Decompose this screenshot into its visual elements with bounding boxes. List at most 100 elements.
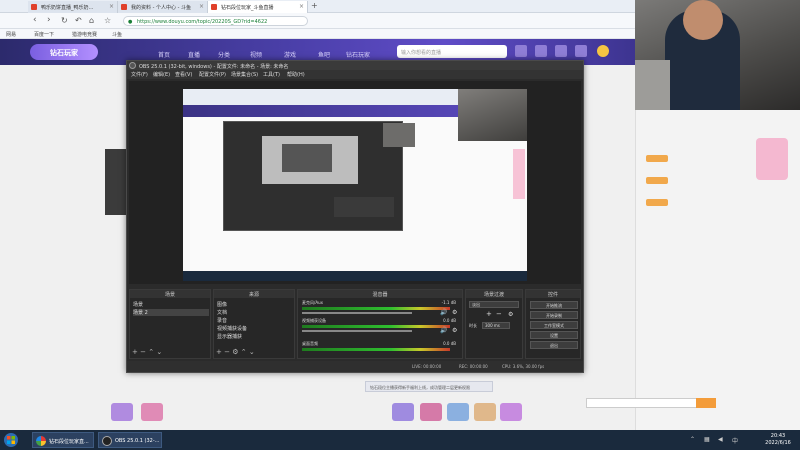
volume-icon[interactable]: ◀: [718, 436, 723, 443]
history-icon[interactable]: [515, 45, 527, 57]
url-input[interactable]: ● https://www.douyu.com/topic/20220S_GD?…: [123, 16, 308, 26]
gift-icon[interactable]: [500, 403, 522, 421]
mixer-channel-db: 0.0 dB: [443, 318, 456, 323]
menu-file[interactable]: 文件(F): [131, 71, 148, 78]
send-button[interactable]: [696, 398, 716, 408]
avatar[interactable]: [597, 45, 609, 57]
tab-2[interactable]: 我的资料 - 个人中心 - 斗鱼 ×: [118, 1, 208, 13]
speaker-icon[interactable]: 🔊: [440, 309, 447, 316]
volume-slider[interactable]: [302, 312, 412, 314]
home-icon[interactable]: ⌂: [89, 16, 94, 25]
close-tab-icon[interactable]: ×: [199, 3, 204, 10]
duration-input[interactable]: 300 ms: [482, 322, 510, 329]
gift-icon[interactable]: [420, 403, 442, 421]
transition-select[interactable]: 淡出: [469, 301, 519, 308]
gift-icon[interactable]: [474, 403, 496, 421]
source-item[interactable]: 文档: [217, 309, 227, 316]
source-item[interactable]: 显示器捕获: [217, 333, 242, 340]
network-icon[interactable]: ▦: [704, 436, 710, 443]
nav-item[interactable]: 首页: [158, 50, 170, 59]
menu-help[interactable]: 帮助(H): [287, 71, 305, 78]
nav-item[interactable]: 游戏: [284, 50, 296, 59]
back-icon[interactable]: ‹: [33, 16, 37, 25]
scene-item[interactable]: 场景: [133, 301, 143, 308]
tray-up-icon[interactable]: ⌃: [690, 436, 695, 443]
tab-3[interactable]: 钻石段位玩家_斗鱼直播 ×: [208, 1, 308, 13]
add-source-icon[interactable]: +: [216, 348, 222, 356]
nav-item[interactable]: 分类: [218, 50, 230, 59]
taskbar-clock[interactable]: 20:43 2022/6/16: [758, 433, 798, 447]
menu-profile[interactable]: 配置文件(P): [199, 71, 226, 78]
remove-transition-icon[interactable]: −: [496, 310, 502, 318]
star-icon[interactable]: ☆: [104, 16, 111, 25]
gift-icon[interactable]: [447, 403, 469, 421]
move-down-icon[interactable]: ⌄: [249, 348, 255, 356]
gift-icon[interactable]: [111, 403, 133, 421]
site-logo[interactable]: 钻石玩家: [30, 44, 98, 60]
move-up-icon[interactable]: ⌃: [148, 348, 154, 356]
scene-item-selected[interactable]: 场景 2: [133, 309, 209, 316]
undo-icon[interactable]: ↶: [75, 16, 82, 25]
promo-badge[interactable]: [756, 138, 788, 180]
remove-scene-icon[interactable]: −: [140, 348, 146, 356]
notification-bar[interactable]: 钻石段位主播获得新手福利上线，成功管理二层更新权限: [365, 381, 493, 392]
chat-input[interactable]: [586, 398, 706, 408]
volume-slider[interactable]: [302, 330, 412, 332]
captured-taskbar: [183, 271, 527, 281]
obs-titlebar[interactable]: OBS 25.0.1 (32-bit, windows) - 配置文件: 未命名…: [127, 61, 583, 70]
menu-scene-collection[interactable]: 场景集合(S): [231, 71, 258, 78]
taskbar-browser[interactable]: 钻石段位玩家直...: [32, 432, 94, 448]
move-up-icon[interactable]: ⌃: [241, 348, 247, 356]
speaker-icon[interactable]: 🔊: [440, 327, 447, 334]
obs-window[interactable]: OBS 25.0.1 (32-bit, windows) - 配置文件: 未命名…: [126, 60, 584, 373]
reload-icon[interactable]: ↻: [61, 16, 68, 25]
bookmark-item[interactable]: 斗鱼: [112, 31, 122, 38]
windows-start-icon[interactable]: [2, 432, 20, 448]
nav-item[interactable]: 视频: [250, 50, 262, 59]
message-icon[interactable]: [555, 45, 567, 57]
settings-button[interactable]: 设置: [530, 331, 578, 339]
gift-icon[interactable]: [141, 403, 163, 421]
download-icon[interactable]: [575, 45, 587, 57]
source-item[interactable]: 图像: [217, 301, 227, 308]
exit-button[interactable]: 退出: [530, 341, 578, 349]
side-action-button[interactable]: [646, 199, 668, 206]
follow-icon[interactable]: [535, 45, 547, 57]
tab-1[interactable]: 鸭乐奶饼直播_鸭乐奶… ×: [28, 1, 118, 13]
gear-icon[interactable]: ⚙: [452, 327, 457, 334]
input-method-icon[interactable]: 中: [732, 436, 738, 445]
gear-icon[interactable]: ⚙: [508, 311, 513, 318]
close-tab-icon[interactable]: ×: [299, 3, 304, 10]
side-action-button[interactable]: [646, 177, 668, 184]
taskbar-obs[interactable]: OBS 25.0.1 (32-...: [98, 432, 162, 448]
obs-preview[interactable]: [129, 81, 581, 284]
bookmark-item[interactable]: 猎游电竞赛: [72, 31, 97, 38]
menu-view[interactable]: 查看(V): [175, 71, 192, 78]
site-search-input[interactable]: 输入你想看的直播: [397, 45, 507, 58]
menu-tools[interactable]: 工具(T): [263, 71, 280, 78]
forward-icon[interactable]: ›: [47, 16, 51, 25]
menu-edit[interactable]: 编辑(E): [153, 71, 170, 78]
start-streaming-button[interactable]: 开始推流: [530, 301, 578, 309]
add-scene-icon[interactable]: +: [132, 348, 138, 356]
source-item[interactable]: 录音: [217, 317, 227, 324]
source-item[interactable]: 视频捕获设备: [217, 325, 247, 332]
move-down-icon[interactable]: ⌄: [156, 348, 162, 356]
nav-item[interactable]: 鱼吧: [318, 50, 330, 59]
new-tab-icon[interactable]: +: [311, 1, 318, 10]
bookmark-item[interactable]: 网易: [6, 31, 16, 38]
bookmark-item[interactable]: 百度一下: [34, 31, 54, 38]
studio-mode-button[interactable]: 工作室模式: [530, 321, 578, 329]
remove-source-icon[interactable]: −: [224, 348, 230, 356]
tab-favicon-icon: [31, 4, 37, 10]
mixer-volume-meter: [302, 325, 450, 328]
gear-icon[interactable]: ⚙: [232, 348, 238, 356]
add-transition-icon[interactable]: +: [486, 310, 492, 318]
gear-icon[interactable]: ⚙: [452, 309, 457, 316]
close-tab-icon[interactable]: ×: [109, 3, 114, 10]
start-recording-button[interactable]: 开始录制: [530, 311, 578, 319]
side-action-button[interactable]: [646, 155, 668, 162]
gift-icon[interactable]: [392, 403, 414, 421]
nav-item[interactable]: 钻石玩家: [346, 50, 370, 59]
nav-item[interactable]: 直播: [188, 50, 200, 59]
